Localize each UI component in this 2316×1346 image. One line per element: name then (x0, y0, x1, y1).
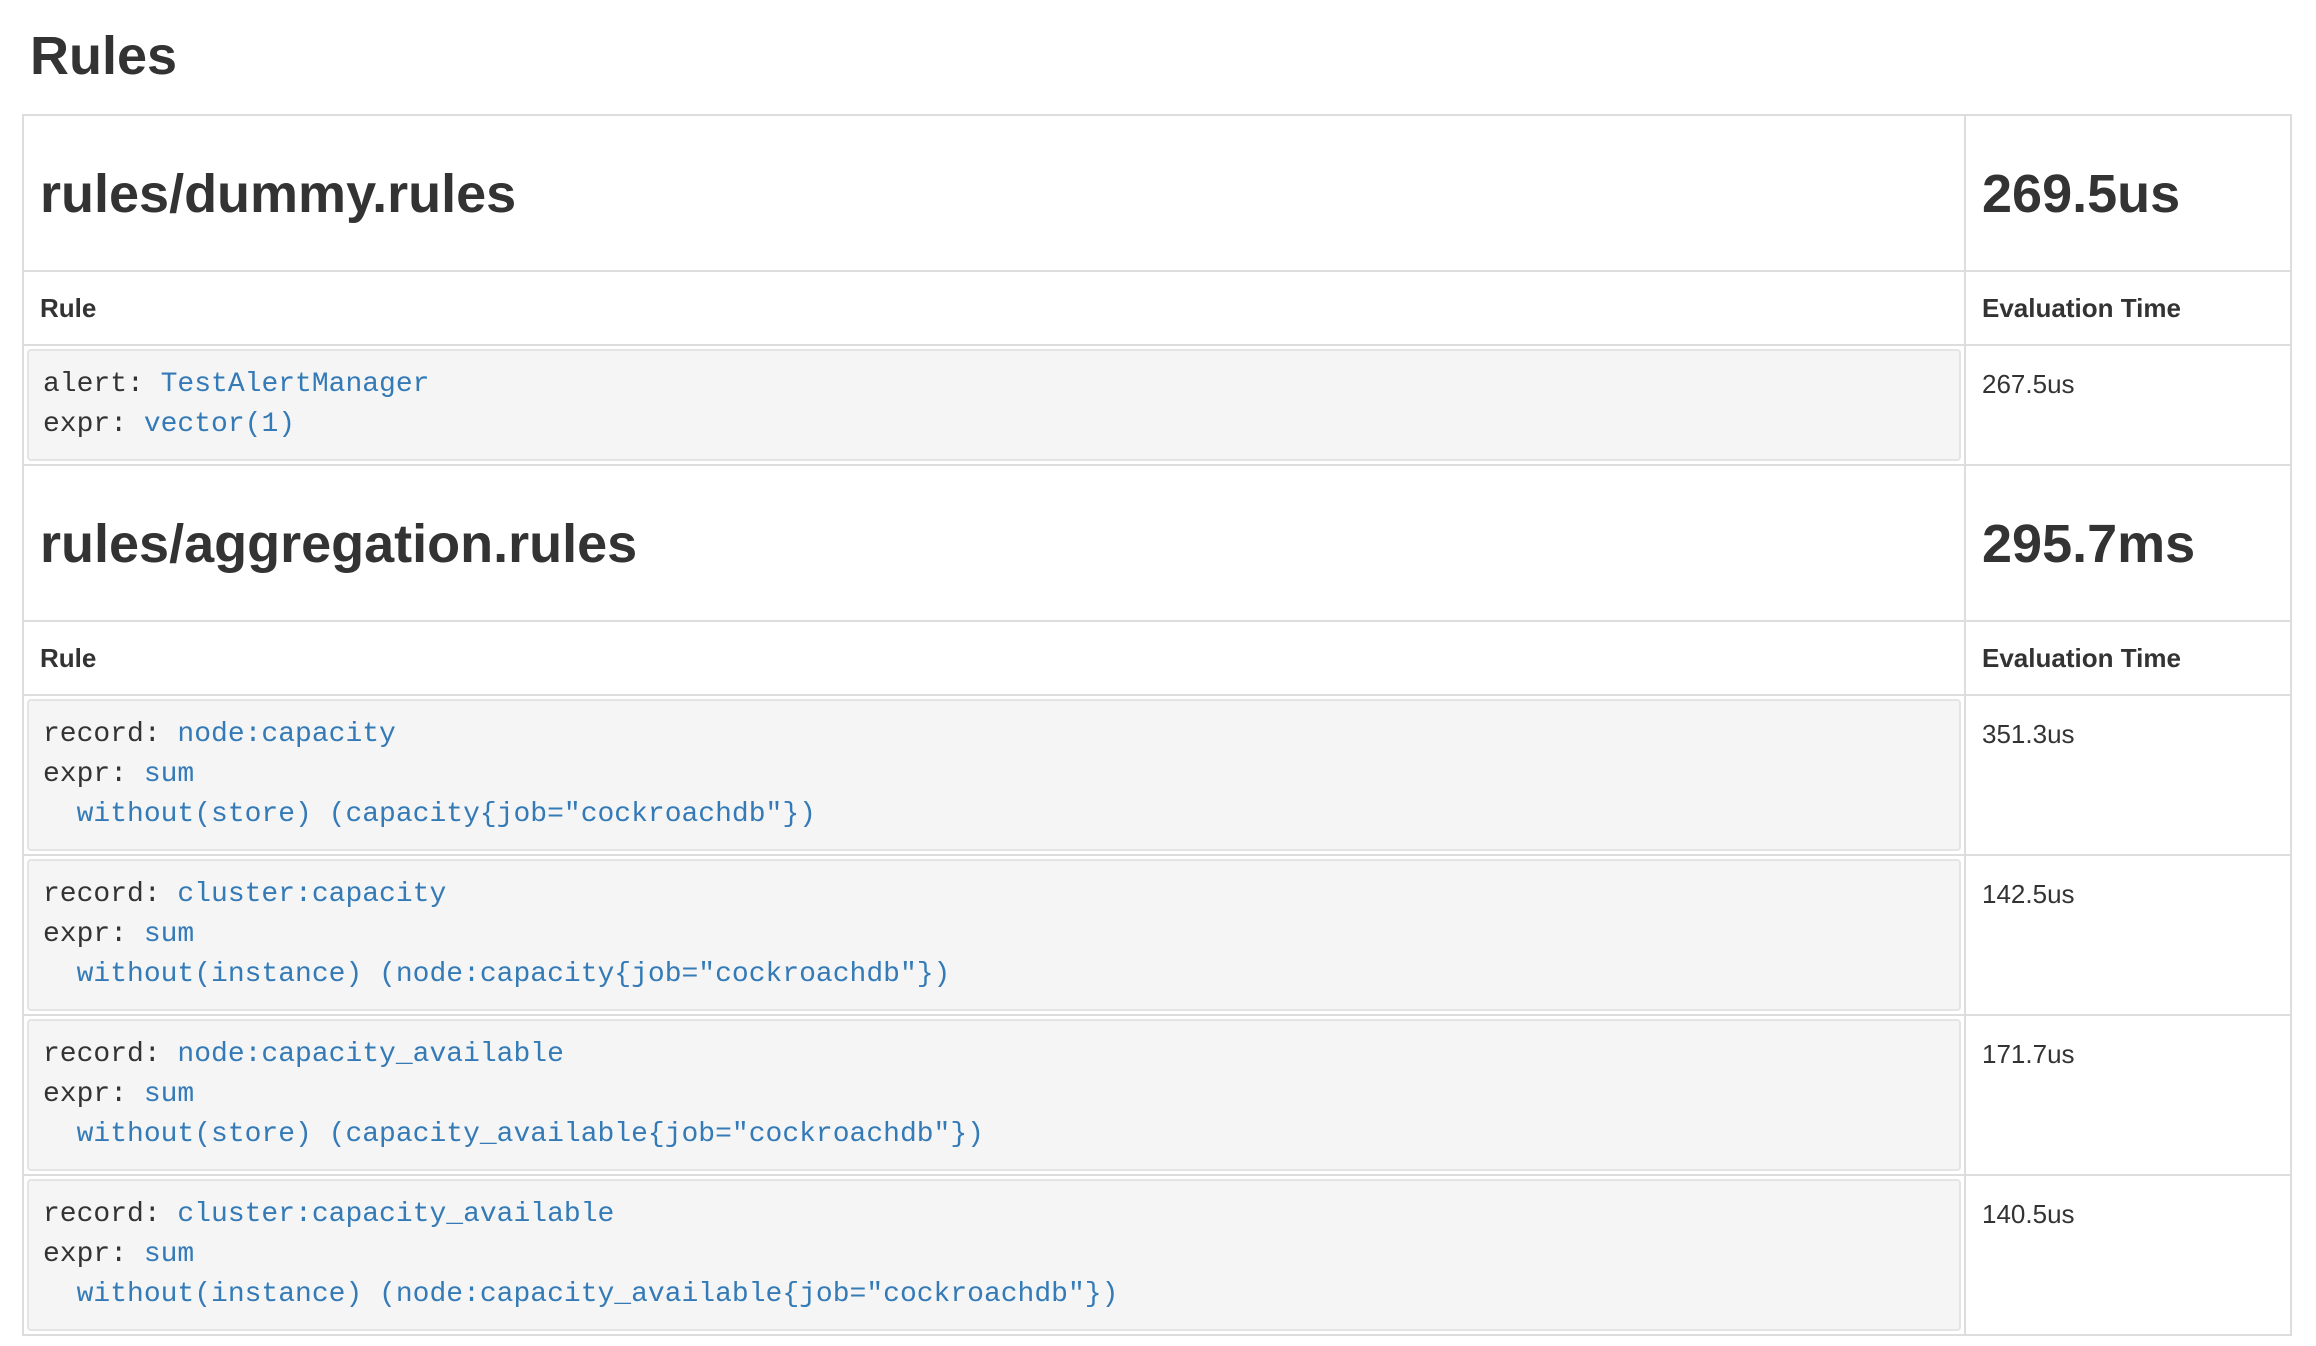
rules-table-body: rules/dummy.rules 269.5us Rule Evaluatio… (23, 115, 2291, 1335)
rule-expression-link[interactable]: cluster:capacity_available (177, 1199, 614, 1230)
rule-row: record: cluster:capacity_available expr:… (23, 1175, 2291, 1335)
rules-table: rules/dummy.rules 269.5us Rule Evaluatio… (22, 114, 2292, 1336)
evaluation-time-column-header: Evaluation Time (1965, 621, 2291, 695)
rule-definition-cell: alert: TestAlertManager expr: vector(1) (23, 345, 1965, 465)
rule-expression-link[interactable]: sum without(store) (capacity{job="cockro… (43, 759, 816, 830)
rule-expression-link[interactable]: TestAlertManager (161, 369, 430, 400)
rule-group-name: rules/aggregation.rules (40, 512, 1948, 576)
rule-definition: record: node:capacity expr: sum without(… (27, 699, 1961, 851)
rule-definition: record: node:capacity_available expr: su… (27, 1019, 1961, 1171)
rule-keyword: record: (43, 1199, 177, 1230)
rule-evaluation-time: 142.5us (1965, 855, 2291, 1015)
rule-expression-link[interactable]: sum without(instance) (node:capacity{job… (43, 919, 950, 990)
rule-row: record: node:capacity_available expr: su… (23, 1015, 2291, 1175)
rule-keyword: record: (43, 1039, 177, 1070)
rule-group-header-row: rules/dummy.rules 269.5us (23, 115, 2291, 271)
rule-row: record: cluster:capacity expr: sum witho… (23, 855, 2291, 1015)
rule-column-header: Rule (23, 271, 1965, 345)
rule-keyword: record: (43, 719, 177, 750)
rule-definition-cell: record: cluster:capacity_available expr:… (23, 1175, 1965, 1335)
rule-group-time-cell: 295.7ms (1965, 465, 2291, 621)
rule-definition-cell: record: cluster:capacity expr: sum witho… (23, 855, 1965, 1015)
page-title: Rules (30, 24, 2316, 88)
column-header-row: Rule Evaluation Time (23, 621, 2291, 695)
rule-evaluation-time: 351.3us (1965, 695, 2291, 855)
rule-expression-link[interactable]: sum without(instance) (node:capacity_ava… (43, 1239, 1118, 1310)
rule-definition: alert: TestAlertManager expr: vector(1) (27, 349, 1961, 461)
rule-group-name-cell: rules/aggregation.rules (23, 465, 1965, 621)
rule-column-header: Rule (23, 621, 1965, 695)
evaluation-time-column-header: Evaluation Time (1965, 271, 2291, 345)
rule-definition-cell: record: node:capacity expr: sum without(… (23, 695, 1965, 855)
rule-keyword: record: (43, 879, 177, 910)
rule-keyword: expr: (43, 1239, 144, 1270)
rule-keyword: expr: (43, 759, 144, 790)
rule-evaluation-time: 267.5us (1965, 345, 2291, 465)
rule-expression-link[interactable]: sum without(store) (capacity_available{j… (43, 1079, 984, 1150)
rule-row: record: node:capacity expr: sum without(… (23, 695, 2291, 855)
rule-evaluation-time: 171.7us (1965, 1015, 2291, 1175)
column-header-row: Rule Evaluation Time (23, 271, 2291, 345)
rule-expression-link[interactable]: node:capacity (177, 719, 395, 750)
rule-expression-link[interactable]: vector(1) (144, 409, 295, 440)
rule-definition: record: cluster:capacity_available expr:… (27, 1179, 1961, 1331)
rule-group-name: rules/dummy.rules (40, 162, 1948, 226)
rule-keyword: expr: (43, 1079, 144, 1110)
rule-evaluation-time: 140.5us (1965, 1175, 2291, 1335)
rule-row: alert: TestAlertManager expr: vector(1) … (23, 345, 2291, 465)
rule-keyword: alert: (43, 369, 161, 400)
rule-group-header-row: rules/aggregation.rules 295.7ms (23, 465, 2291, 621)
rule-expression-link[interactable]: node:capacity_available (177, 1039, 563, 1070)
rule-group-time-cell: 269.5us (1965, 115, 2291, 271)
rule-keyword: expr: (43, 409, 144, 440)
rule-expression-link[interactable]: cluster:capacity (177, 879, 446, 910)
rule-definition: record: cluster:capacity expr: sum witho… (27, 859, 1961, 1011)
rule-definition-cell: record: node:capacity_available expr: su… (23, 1015, 1965, 1175)
rule-keyword: expr: (43, 919, 144, 950)
rule-group-evaluation-time: 269.5us (1982, 162, 2274, 226)
rule-group-evaluation-time: 295.7ms (1982, 512, 2274, 576)
rule-group-name-cell: rules/dummy.rules (23, 115, 1965, 271)
